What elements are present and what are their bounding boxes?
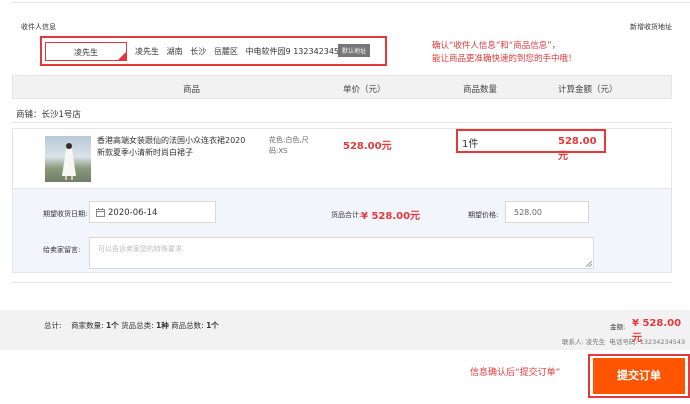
header-quantity: 商品数量 <box>463 85 498 95</box>
item-count-label: 商品总数: <box>171 321 204 330</box>
unit-price: 528.00元 <box>343 141 392 152</box>
product-title[interactable]: 香港高端女装跟仙的法国小众连衣裙2020 新款夏季小清新时尚白裙子 <box>97 135 257 159</box>
category-label: 货品总类: <box>121 321 154 330</box>
summary-counts: 总计: 商家数量: 1个 货品总类: 1种 商品总数: 1个 <box>44 320 219 331</box>
expected-price-value: 528.00 <box>514 208 542 217</box>
submit-hint: 信息确认后“提交订单” <box>470 368 561 378</box>
default-address-badge: 默认地址 <box>338 44 371 57</box>
product-attributes: 花色:白色,尺 码:XS <box>269 135 309 157</box>
item-total: 528.00元 <box>558 136 597 162</box>
district: 岳麓区 <box>213 47 238 56</box>
merchant-count-label: 商家数量: <box>71 321 104 330</box>
attr-line-2: 码:XS <box>269 147 288 155</box>
add-address-link[interactable]: 新增收货地址 <box>630 22 672 32</box>
recipient-section-label: 收件人信息 <box>21 23 56 31</box>
quantity-total-box: 1件 528.00元 <box>456 129 606 162</box>
submit-order-button[interactable]: 提交订单 <box>593 358 685 394</box>
message-textarea[interactable]: 可以告诉卖家您的特殊要求 <box>89 237 594 269</box>
subtotal-value: ¥ 528.00元 <box>361 211 421 222</box>
delivery-date-input[interactable]: 2020-06-14 <box>89 201 216 223</box>
dress-figure-icon <box>62 143 76 180</box>
subtotal-label: 货品合计: <box>331 211 362 219</box>
category-count: 1种 <box>156 321 169 330</box>
contact-info: 联系人: 凌先生 电话号码: 13234234543 <box>562 336 685 346</box>
contact-name: 凌先生 <box>585 338 606 346</box>
total-label: 总计: <box>44 321 62 330</box>
resize-handle-icon[interactable] <box>586 261 592 267</box>
attr-line-1: 花色:白色,尺 <box>269 136 309 144</box>
product-title-line-1: 香港高端女装跟仙的法国小众连衣裙2020 <box>97 136 246 145</box>
annotation-confirm-info: 确认“收件人信息”和“商品信息”， 能让商品更准确快速的到您的手中哦！ <box>432 40 577 66</box>
message-label: 给卖家留言: <box>43 246 81 254</box>
contact-label: 联系人: <box>562 338 584 346</box>
header-product: 商品 <box>183 85 201 95</box>
shop-label: 商铺：长沙1号店 <box>16 110 81 120</box>
product-title-line-2: 新款夏季小清新时尚白裙子 <box>97 148 193 157</box>
order-form-panel: 期望收货日期: 2020-06-14 货品合计: ¥ 528.00元 期望价格:… <box>12 188 672 273</box>
annotation-line-2: 能让商品更准确快速的到您的手中哦！ <box>432 54 577 64</box>
header-total: 计算金额（元） <box>558 85 618 95</box>
selected-address-card[interactable]: 凌先生 <box>45 42 127 61</box>
panel-bottom-line <box>12 282 672 283</box>
city: 长沙 <box>190 47 207 56</box>
calendar-icon <box>96 208 105 217</box>
delivery-date-value: 2020-06-14 <box>108 208 158 218</box>
contact-phone: 13234234543 <box>639 338 686 346</box>
summary-bar: 总计: 商家数量: 1个 货品总类: 1种 商品总数: 1个 金额: ¥ 528… <box>0 310 690 350</box>
header-unit-price: 单价（元） <box>343 85 386 95</box>
check-corner-icon <box>118 52 126 60</box>
street-address: 中电软件园9 <box>245 47 291 56</box>
selected-recipient-name: 凌先生 <box>74 48 98 57</box>
province: 湖南 <box>166 47 183 56</box>
phone-label: 电话号码: <box>609 338 638 346</box>
dress-product-image[interactable] <box>45 136 91 182</box>
delivery-date-label: 期望收货日期: <box>43 210 88 218</box>
submit-order-label: 提交订单 <box>617 369 661 382</box>
merchant-count: 1个 <box>106 321 119 330</box>
shop-divider <box>12 122 672 123</box>
table-header: 商品 单价（元） 商品数量 计算金额（元） <box>12 75 672 99</box>
annotation-line-1: 确认“收件人信息”和“商品信息”， <box>432 41 561 51</box>
address-detail: 凌先生 湖南 长沙 岳麓区 中电软件园9 13234234543 <box>135 46 349 57</box>
expected-price-label: 期望价格: <box>468 211 499 219</box>
message-placeholder: 可以告诉卖家您的特殊要求 <box>98 245 182 253</box>
item-count: 1个 <box>206 321 219 330</box>
expected-price-input[interactable]: 528.00 <box>505 201 589 223</box>
item-quantity: 1件 <box>462 139 479 150</box>
detail-name: 凌先生 <box>135 47 159 56</box>
amount-label: 金额: <box>610 323 626 331</box>
top-divider <box>12 2 690 3</box>
